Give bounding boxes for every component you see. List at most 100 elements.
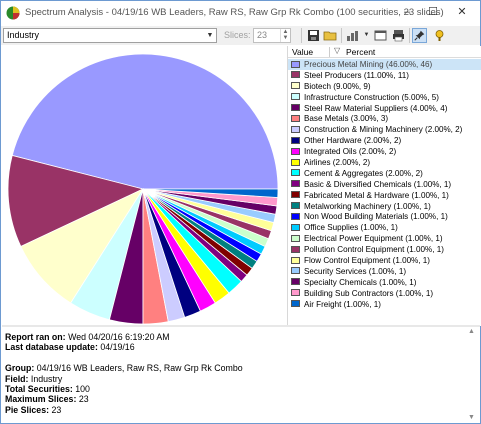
spin-arrows-icon[interactable]: ▲ ▼ xyxy=(280,29,290,42)
legend-label: Pollution Control Equipment (1.00%, 1) xyxy=(304,245,444,255)
legend-item[interactable]: Precious Metal Mining (46.00%, 46) xyxy=(288,59,481,70)
legend-label: Office Supplies (1.00%, 1) xyxy=(304,223,398,233)
legend-swatch xyxy=(291,256,300,264)
legend-swatch xyxy=(291,114,300,122)
legend-item[interactable]: Fabricated Metal & Hardware (1.00%, 1) xyxy=(288,190,481,201)
legend-swatch xyxy=(291,223,300,231)
legend-item[interactable]: Infrastructure Construction (5.00%, 5) xyxy=(288,92,481,103)
slices-value: 23 xyxy=(257,30,268,40)
maximize-button[interactable]: ☐ xyxy=(423,4,443,20)
legend-label: Specialty Chemicals (1.00%, 1) xyxy=(304,277,417,287)
pin-icon[interactable] xyxy=(412,28,427,43)
chevron-down-icon[interactable]: ▼ xyxy=(204,29,216,42)
legend-item[interactable]: Electrical Power Equipment (1.00%, 1) xyxy=(288,233,481,244)
legend-label: Other Hardware (2.00%, 2) xyxy=(304,136,402,146)
info-scrollbar[interactable]: ▲ ▼ xyxy=(468,328,478,421)
legend-item[interactable]: Flow Control Equipment (1.00%, 1) xyxy=(288,255,481,266)
legend-label: Airlines (2.00%, 2) xyxy=(304,158,371,168)
pie-slices-value: 23 xyxy=(51,404,62,415)
sort-arrow-icon[interactable]: ▽ xyxy=(334,46,340,55)
pie-chart xyxy=(2,46,286,324)
legend-item[interactable]: Integrated Oils (2.00%, 2) xyxy=(288,146,481,157)
maximum-slices-value: 23 xyxy=(78,394,89,405)
field-value: Industry xyxy=(30,373,63,384)
legend-item[interactable]: Pollution Control Equipment (1.00%, 1) xyxy=(288,244,481,255)
legend-item[interactable]: Non Wood Building Materials (1.00%, 1) xyxy=(288,211,481,222)
legend-swatch xyxy=(291,104,300,112)
legend-swatch xyxy=(291,202,300,210)
legend-swatch xyxy=(291,60,300,68)
legend-item[interactable]: Construction & Mining Machinery (2.00%, … xyxy=(288,124,481,135)
chart-type-icon[interactable] xyxy=(345,28,360,43)
column-separator xyxy=(329,47,330,57)
legend-label: Infrastructure Construction (5.00%, 5) xyxy=(304,92,439,102)
legend-swatch xyxy=(291,289,300,297)
legend-swatch xyxy=(291,191,300,199)
legend-item[interactable]: Office Supplies (1.00%, 1) xyxy=(288,222,481,233)
legend-item[interactable]: Steel Raw Material Suppliers (4.00%, 4) xyxy=(288,103,481,114)
legend-label: Integrated Oils (2.00%, 2) xyxy=(304,147,397,157)
legend-item[interactable]: Building Sub Contractors (1.00%, 1) xyxy=(288,288,481,299)
title-bar[interactable]: Spectrum Analysis - 04/19/16 WB Leaders,… xyxy=(1,1,480,25)
close-button[interactable]: ✕ xyxy=(452,4,472,20)
slices-stepper[interactable]: 23 ▲ ▼ xyxy=(253,28,291,43)
legend-item[interactable]: Security Services (1.00%, 1) xyxy=(288,266,481,277)
legend-label: Base Metals (3.00%, 3) xyxy=(304,114,389,124)
legend-swatch xyxy=(291,180,300,188)
scroll-down-icon[interactable]: ▼ xyxy=(468,414,475,421)
window-icon[interactable] xyxy=(373,28,388,43)
last-update-value: 04/19/16 xyxy=(100,342,135,353)
legend-item[interactable]: Steel Producers (11.00%, 11) xyxy=(288,70,481,81)
legend-item[interactable]: Metalworking Machinery (1.00%, 1) xyxy=(288,201,481,212)
percent-column-header[interactable]: Percent xyxy=(346,47,375,57)
legend-label: Construction & Mining Machinery (2.00%, … xyxy=(304,125,463,135)
legend-item[interactable]: Specialty Chemicals (1.00%, 1) xyxy=(288,277,481,288)
scroll-up-icon[interactable]: ▲ xyxy=(468,328,475,335)
legend-swatch xyxy=(291,278,300,286)
legend-item[interactable]: Cement & Aggregates (2.00%, 2) xyxy=(288,168,481,179)
legend-item[interactable]: Base Metals (3.00%, 3) xyxy=(288,113,481,124)
open-folder-icon[interactable] xyxy=(323,28,338,43)
splitter[interactable] xyxy=(2,325,480,327)
field-label: Field: xyxy=(5,373,29,384)
slices-label: Slices: xyxy=(224,30,251,40)
legend-list: Precious Metal Mining (46.00%, 46) Steel … xyxy=(288,59,481,309)
legend-label: Metalworking Machinery (1.00%, 1) xyxy=(304,201,431,211)
legend-label: Non Wood Building Materials (1.00%, 1) xyxy=(304,212,448,222)
legend-label: Biotech (9.00%, 9) xyxy=(304,81,371,91)
legend-swatch xyxy=(291,93,300,101)
legend-panel: Value ▽ Percent Precious Metal Mining (4… xyxy=(287,46,481,326)
total-securities-value: 100 xyxy=(75,384,90,395)
app-pie-icon xyxy=(6,6,20,20)
pie-slices-label: Pie Slices: xyxy=(5,404,50,415)
report-ran-label: Report ran on: xyxy=(5,332,66,342)
field-line: Field: Industry xyxy=(5,374,243,384)
legend-label: Steel Producers (11.00%, 11) xyxy=(304,70,409,80)
field-dropdown[interactable]: Industry ▼ xyxy=(3,28,217,43)
legend-item[interactable]: Air Freight (1.00%, 1) xyxy=(288,299,481,310)
last-update-line: Last database update: 04/19/16 xyxy=(5,342,243,352)
legend-swatch xyxy=(291,82,300,90)
chevron-down-icon[interactable]: ▼ xyxy=(359,28,374,43)
help-icon[interactable] xyxy=(432,28,447,43)
save-icon[interactable] xyxy=(306,28,321,43)
legend-swatch xyxy=(291,136,300,144)
legend-label: Steel Raw Material Suppliers (4.00%, 4) xyxy=(304,103,448,113)
minimize-button[interactable]: – xyxy=(397,4,417,20)
toolbar-separator xyxy=(301,28,302,43)
legend-label: Fabricated Metal & Hardware (1.00%, 1) xyxy=(304,190,449,200)
maximum-slices-label: Maximum Slices: xyxy=(5,394,77,405)
print-icon[interactable] xyxy=(391,28,406,43)
toolbar-separator xyxy=(409,28,410,43)
legend-item[interactable]: Airlines (2.00%, 2) xyxy=(288,157,481,168)
toolbar: Industry ▼ Slices: 23 ▲ ▼ ▼ xyxy=(1,26,480,45)
legend-label: Basic & Diversified Chemicals (1.00%, 1) xyxy=(304,179,452,189)
legend-swatch xyxy=(291,245,300,253)
legend-label: Cement & Aggregates (2.00%, 2) xyxy=(304,168,423,178)
total-securities-line: Total Securities: 100 xyxy=(5,384,243,394)
legend-item[interactable]: Other Hardware (2.00%, 2) xyxy=(288,135,481,146)
pie-slices-line: Pie Slices: 23 xyxy=(5,405,243,415)
legend-item[interactable]: Basic & Diversified Chemicals (1.00%, 1) xyxy=(288,179,481,190)
value-column-header[interactable]: Value xyxy=(292,47,313,57)
legend-item[interactable]: Biotech (9.00%, 9) xyxy=(288,81,481,92)
